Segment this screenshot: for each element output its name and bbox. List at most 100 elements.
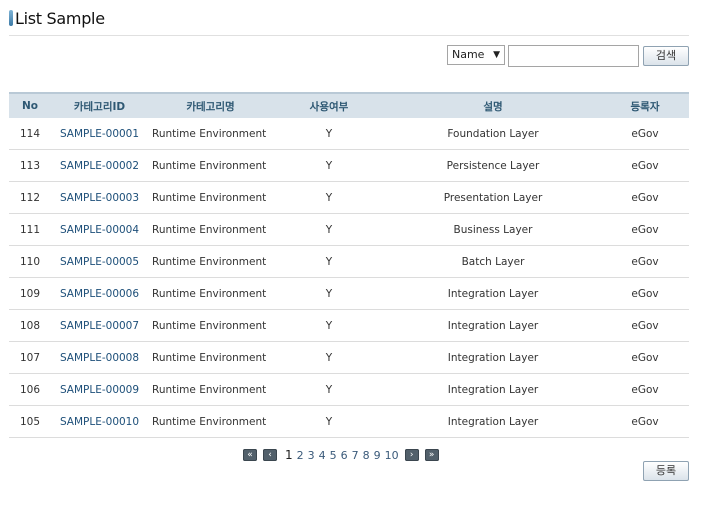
description: Integration Layer	[385, 373, 601, 406]
category-name: Runtime Environment	[148, 181, 273, 214]
use-flag: Y	[273, 245, 385, 278]
register-button[interactable]: 등록	[643, 461, 689, 481]
category-id-link[interactable]: SAMPLE-00010	[51, 405, 148, 438]
registrant: eGov	[601, 341, 689, 374]
registrant: eGov	[601, 277, 689, 310]
category-name: Runtime Environment	[148, 118, 273, 150]
page-header: List Sample	[9, 8, 105, 28]
category-id-link[interactable]: SAMPLE-00007	[51, 309, 148, 342]
search-button[interactable]: 검색	[643, 46, 689, 66]
registrant: eGov	[601, 405, 689, 438]
use-flag: Y	[273, 149, 385, 182]
search-keyword-input[interactable]	[508, 45, 639, 67]
page-link[interactable]: 5	[330, 449, 337, 462]
row-number: 111	[9, 213, 51, 246]
description: Persistence Layer	[385, 149, 601, 182]
table-header-row: No 카테고리ID 카테고리명 사용여부 설명 등록자	[9, 92, 689, 118]
page-link[interactable]: 7	[352, 449, 359, 462]
title-divider	[9, 35, 689, 36]
title-bullet-icon	[9, 10, 13, 26]
category-name: Runtime Environment	[148, 213, 273, 246]
category-name: Runtime Environment	[148, 277, 273, 310]
page-link[interactable]: 10	[385, 449, 399, 462]
double-chevron-right-icon[interactable]: »	[424, 449, 439, 461]
row-number: 109	[9, 277, 51, 310]
search-condition-select[interactable]: Name ▼	[447, 45, 505, 65]
page-link[interactable]: 2	[297, 449, 304, 462]
category-id-link[interactable]: SAMPLE-00001	[51, 118, 148, 150]
description: Integration Layer	[385, 341, 601, 374]
registrant: eGov	[601, 181, 689, 214]
category-name: Runtime Environment	[148, 149, 273, 182]
registrant: eGov	[601, 309, 689, 342]
row-number: 105	[9, 405, 51, 438]
column-header: 설명	[385, 92, 601, 118]
description: Foundation Layer	[385, 118, 601, 150]
chevron-right-icon[interactable]: ›	[404, 449, 419, 461]
registrant: eGov	[601, 213, 689, 246]
column-header: 카테고리ID	[51, 92, 148, 118]
row-number: 113	[9, 149, 51, 182]
table-row[interactable]: 109 SAMPLE-00006 Runtime Environment Y Integ…	[9, 277, 689, 310]
dropdown-arrow-icon: ▼	[493, 50, 500, 60]
row-number: 108	[9, 309, 51, 342]
category-name: Runtime Environment	[148, 373, 273, 406]
page-link[interactable]: 4	[319, 449, 326, 462]
registrant: eGov	[601, 245, 689, 278]
column-header: No	[9, 92, 51, 118]
use-flag: Y	[273, 309, 385, 342]
description: Batch Layer	[385, 245, 601, 278]
current-page: 1	[285, 448, 293, 462]
category-id-link[interactable]: SAMPLE-00003	[51, 181, 148, 214]
pagination: « ‹ 1 2 3 4 5 6 7 8 9 10 › »	[243, 446, 445, 464]
table-row[interactable]: 111 SAMPLE-00004 Runtime Environment Y Busin…	[9, 213, 689, 246]
page-link[interactable]: 6	[341, 449, 348, 462]
table-row[interactable]: 112 SAMPLE-00003 Runtime Environment Y Prese…	[9, 181, 689, 214]
row-number: 114	[9, 118, 51, 150]
description: Presentation Layer	[385, 181, 601, 214]
table-row[interactable]: 113 SAMPLE-00002 Runtime Environment Y Persi…	[9, 149, 689, 182]
page-title: List Sample	[15, 8, 105, 28]
use-flag: Y	[273, 213, 385, 246]
double-chevron-left-icon[interactable]: «	[243, 449, 257, 461]
search-condition-value: Name	[452, 48, 485, 61]
registrant: eGov	[601, 149, 689, 182]
category-id-link[interactable]: SAMPLE-00008	[51, 341, 148, 374]
category-id-link[interactable]: SAMPLE-00006	[51, 277, 148, 310]
use-flag: Y	[273, 341, 385, 374]
description: Integration Layer	[385, 405, 601, 438]
chevron-left-icon[interactable]: ‹	[263, 449, 277, 461]
use-flag: Y	[273, 405, 385, 438]
page-link[interactable]: 8	[363, 449, 370, 462]
registrant: eGov	[601, 373, 689, 406]
table-row[interactable]: 114 SAMPLE-00001 Runtime Environment Y Found…	[9, 118, 689, 150]
category-name: Runtime Environment	[148, 309, 273, 342]
use-flag: Y	[273, 277, 385, 310]
category-name: Runtime Environment	[148, 405, 273, 438]
registrant: eGov	[601, 118, 689, 150]
row-number: 110	[9, 245, 51, 278]
page-link[interactable]: 3	[308, 449, 315, 462]
category-table: No 카테고리ID 카테고리명 사용여부 설명 등록자 114 SAMPLE-00001 Ru…	[9, 92, 689, 438]
category-id-link[interactable]: SAMPLE-00009	[51, 373, 148, 406]
column-header: 등록자	[601, 92, 689, 118]
description: Integration Layer	[385, 277, 601, 310]
table-row[interactable]: 108 SAMPLE-00007 Runtime Environment Y Integ…	[9, 309, 689, 342]
page-link[interactable]: 9	[374, 449, 381, 462]
category-id-link[interactable]: SAMPLE-00005	[51, 245, 148, 278]
table-row[interactable]: 110 SAMPLE-00005 Runtime Environment Y Batch…	[9, 245, 689, 278]
column-header: 사용여부	[273, 92, 385, 118]
table-row[interactable]: 105 SAMPLE-00010 Runtime Environment Y Integ…	[9, 405, 689, 438]
description: Integration Layer	[385, 309, 601, 342]
table-row[interactable]: 107 SAMPLE-00008 Runtime Environment Y Integ…	[9, 341, 689, 374]
category-id-link[interactable]: SAMPLE-00002	[51, 149, 148, 182]
use-flag: Y	[273, 181, 385, 214]
row-number: 106	[9, 373, 51, 406]
table-row[interactable]: 106 SAMPLE-00009 Runtime Environment Y Integ…	[9, 373, 689, 406]
column-header: 카테고리명	[148, 92, 273, 118]
use-flag: Y	[273, 373, 385, 406]
row-number: 107	[9, 341, 51, 374]
category-name: Runtime Environment	[148, 245, 273, 278]
use-flag: Y	[273, 118, 385, 150]
category-id-link[interactable]: SAMPLE-00004	[51, 213, 148, 246]
